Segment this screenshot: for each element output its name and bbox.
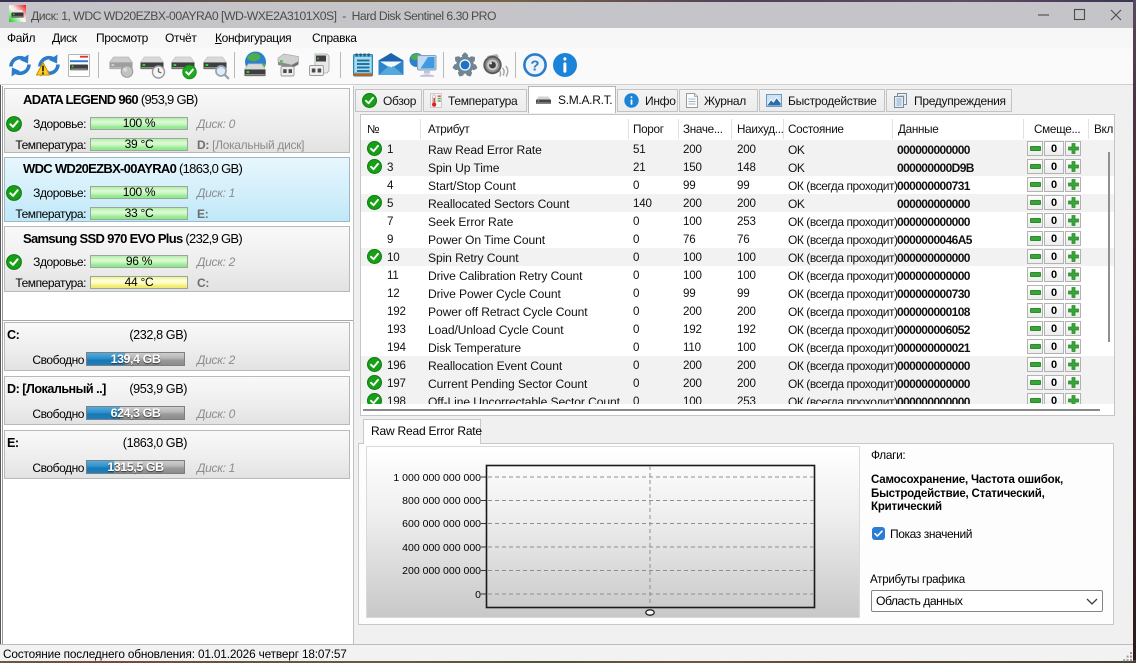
svg-text:?: ? bbox=[530, 57, 539, 74]
